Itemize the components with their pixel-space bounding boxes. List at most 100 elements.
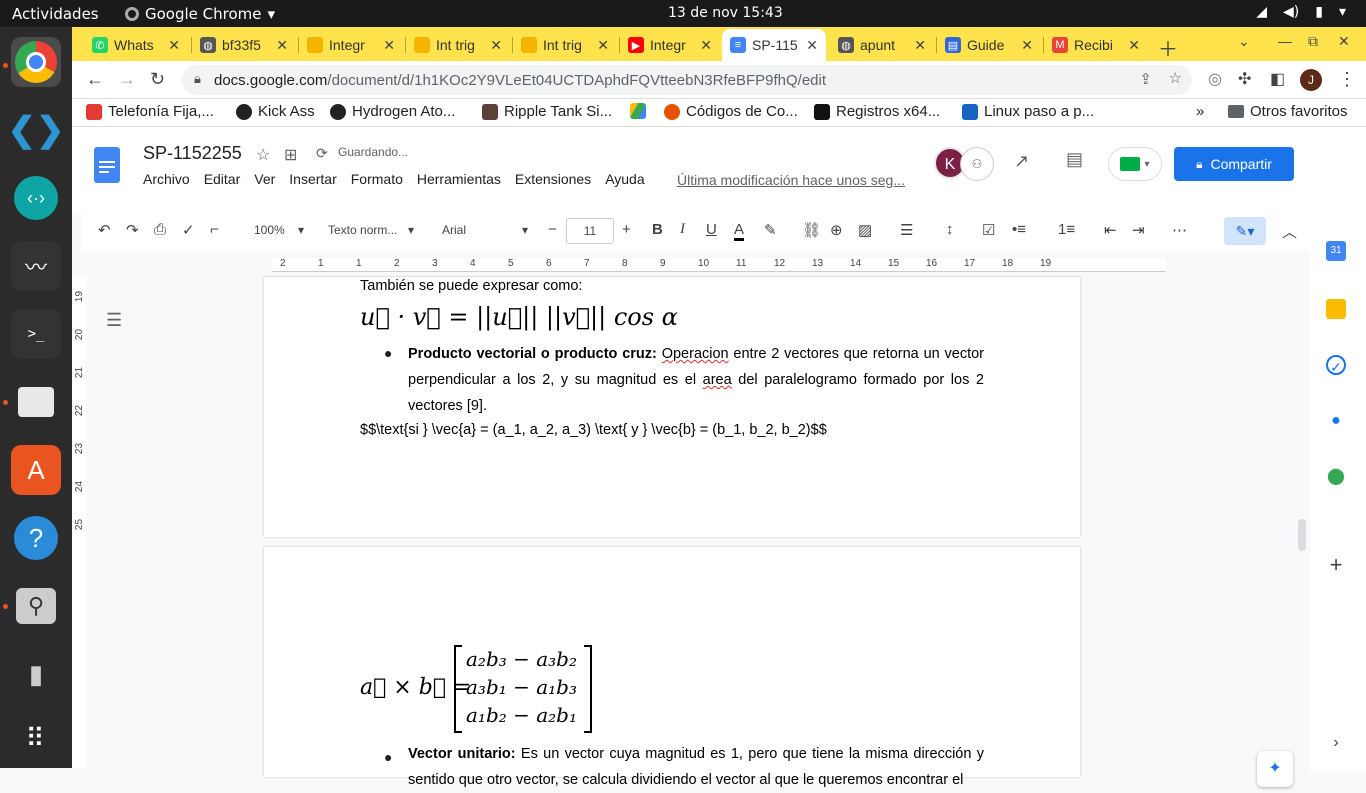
star-icon[interactable]: ☆ [256, 145, 270, 165]
collaborator-chat-icon[interactable]: ⚇ [960, 147, 994, 181]
print-icon[interactable]: ⎙ [154, 221, 166, 238]
tab-recibi[interactable]: M Recibi ✕ [1044, 31, 1148, 59]
meet-button[interactable]: ▾ [1108, 147, 1162, 181]
close-icon[interactable]: ✕ [1128, 37, 1140, 54]
increase-font-icon[interactable]: + [622, 221, 631, 238]
bookmark-drive[interactable] [630, 103, 652, 119]
tab-int-trig-2[interactable]: Int trig ✕ [513, 31, 617, 59]
system-tray[interactable]: ◢ ◀) ▮ ▾ [1256, 4, 1346, 20]
tab-apunt[interactable]: ◍ apunt ✕ [830, 31, 934, 59]
font-select[interactable]: Arial [442, 223, 466, 237]
explore-button[interactable]: ✦ [1257, 751, 1293, 787]
bookmark-linux[interactable]: Linux paso a p... [962, 103, 1094, 120]
bookmark-ripple-tank[interactable]: Ripple Tank Si... [482, 103, 612, 120]
extensions-button[interactable]: ✣ [1238, 69, 1251, 89]
tab-integr-youtube[interactable]: ▶ Integr ✕ [620, 31, 720, 59]
clock[interactable]: 13 de nov 15:43 [668, 5, 783, 21]
checklist-icon[interactable]: ☑ [982, 221, 995, 239]
bookmarks-overflow[interactable]: » [1196, 103, 1204, 120]
help-launcher[interactable]: ? [11, 513, 61, 563]
text-color-button[interactable]: A [734, 221, 745, 241]
side-panel-button[interactable]: ◧ [1270, 69, 1285, 89]
menu-editar[interactable]: Editar [204, 171, 241, 187]
menu-formato[interactable]: Formato [351, 171, 403, 187]
bookmark-codigos[interactable]: Códigos de Co... [664, 103, 798, 120]
docs-logo-icon[interactable] [94, 147, 120, 183]
vscode-launcher[interactable]: ❮❯ [8, 105, 65, 155]
misspelled-word[interactable]: Operacion [662, 346, 729, 362]
chevron-up-icon[interactable]: ︿ [1282, 221, 1297, 242]
maximize-button[interactable]: ⧉ [1308, 33, 1318, 50]
document-page[interactable]: También se puede expresar como: u⃗ · v⃗ … [264, 277, 1080, 537]
paint-format-icon[interactable]: ⌐ [210, 221, 219, 238]
contacts-icon[interactable]: ● [1326, 411, 1346, 431]
increase-indent-icon[interactable]: ⇥ [1132, 221, 1145, 239]
screenshot-launcher[interactable]: ⚲ [11, 581, 61, 631]
undo-icon[interactable]: ↶ [98, 221, 111, 239]
close-icon[interactable]: ✕ [490, 37, 502, 54]
software-launcher[interactable]: A [11, 445, 61, 495]
menu-insertar[interactable]: Insertar [289, 171, 336, 187]
profile-avatar[interactable]: J [1300, 69, 1322, 91]
tab-bf33f5[interactable]: ◍ bf33f5 ✕ [192, 31, 296, 59]
tab-integr-1[interactable]: Integr ✕ [299, 31, 403, 59]
style-select[interactable]: Texto norm... [328, 223, 397, 237]
document-page[interactable]: a⃗ × b⃗ = a₂b₃ − a₃b₂ a₃b₁ − a₁b₃ a₁b₂ −… [264, 547, 1080, 788]
close-icon[interactable]: ✕ [168, 37, 180, 54]
bookmark-kickass[interactable]: Kick Ass [236, 103, 315, 120]
decrease-indent-icon[interactable]: ⇤ [1104, 221, 1117, 239]
keep-icon[interactable] [1326, 299, 1346, 319]
activity-trend-icon[interactable]: ↗ [1014, 151, 1029, 172]
back-button[interactable]: ← [86, 69, 104, 90]
minimize-button[interactable]: — [1278, 33, 1292, 49]
scrollbar-thumb[interactable] [1298, 519, 1306, 551]
horizontal-ruler[interactable]: 2 1 1 2 3 4 5 6 7 8 9 10 11 12 13 14 15 16 17 18 19 [272, 258, 1166, 272]
files-launcher[interactable] [11, 377, 61, 427]
close-icon[interactable]: ✕ [1021, 37, 1033, 54]
menu-extensiones[interactable]: Extensiones [515, 171, 591, 187]
usb-launcher[interactable]: ▮ [11, 649, 61, 699]
new-tab-button[interactable]: ＋ [1158, 33, 1178, 62]
expand-panel-button[interactable]: › [1326, 733, 1346, 753]
share-icon[interactable]: ⇪ [1139, 70, 1152, 88]
chrome-launcher[interactable] [11, 37, 61, 87]
omnibox[interactable]: 🔒︎ docs.google.com/document/d/1h1KOc2Y9V… [182, 65, 1192, 95]
editing-mode-button[interactable]: ✎▾ [1224, 217, 1266, 245]
close-icon[interactable]: ✕ [914, 37, 926, 54]
add-comment-icon[interactable]: ⊕ [830, 221, 843, 239]
close-icon[interactable]: ✕ [383, 37, 395, 54]
reload-button[interactable]: ↻ [150, 69, 165, 90]
menu-herramientas[interactable]: Herramientas [417, 171, 501, 187]
redo-icon[interactable]: ↷ [126, 221, 139, 239]
menu-archivo[interactable]: Archivo [143, 171, 190, 187]
share-button[interactable]: 🔒︎ Compartir [1174, 147, 1294, 181]
spellcheck-icon[interactable]: ✓ [182, 221, 195, 239]
tab-int-trig-1[interactable]: Int trig ✕ [406, 31, 510, 59]
close-icon[interactable]: ✕ [806, 37, 818, 54]
app-menu[interactable]: Google Chrome ▾ [125, 5, 275, 23]
show-apps-button[interactable]: ⠿ [11, 713, 61, 763]
highlight-icon[interactable]: ✎ [764, 221, 777, 239]
close-icon[interactable]: ✕ [276, 37, 288, 54]
zoom-select[interactable]: 100% [254, 223, 285, 237]
calendar-icon[interactable]: 31 [1326, 241, 1346, 261]
outline-icon[interactable]: ☰ [106, 310, 122, 331]
bold-button[interactable]: B [652, 221, 663, 238]
close-icon[interactable]: ✕ [597, 37, 609, 54]
tasks-icon[interactable]: ✓ [1326, 355, 1346, 375]
star-icon[interactable]: ☆ [1169, 69, 1182, 87]
bookmark-registros[interactable]: Registros x64... [814, 103, 940, 120]
monitor-launcher[interactable]: 〰 [11, 241, 61, 291]
terminal-launcher[interactable]: >_ [11, 309, 61, 359]
link-icon[interactable]: ⛓ [802, 221, 821, 239]
insert-image-icon[interactable]: ▨ [858, 221, 872, 239]
chrome-menu-button[interactable]: ⋮ [1338, 69, 1356, 90]
more-button[interactable]: ⋯ [1172, 221, 1187, 239]
bookmark-otros-favoritos[interactable]: Otros favoritos [1228, 103, 1348, 120]
maps-icon[interactable]: ⬤ [1326, 467, 1346, 487]
last-modified-link[interactable]: Última modificación hace unos seg... [677, 172, 905, 188]
tab-guide[interactable]: ▤ Guide ✕ [937, 31, 1041, 59]
decrease-font-icon[interactable]: − [548, 221, 557, 238]
bookmark-hydrogen[interactable]: Hydrogen Ato... [330, 103, 455, 120]
menu-ayuda[interactable]: Ayuda [605, 171, 644, 187]
